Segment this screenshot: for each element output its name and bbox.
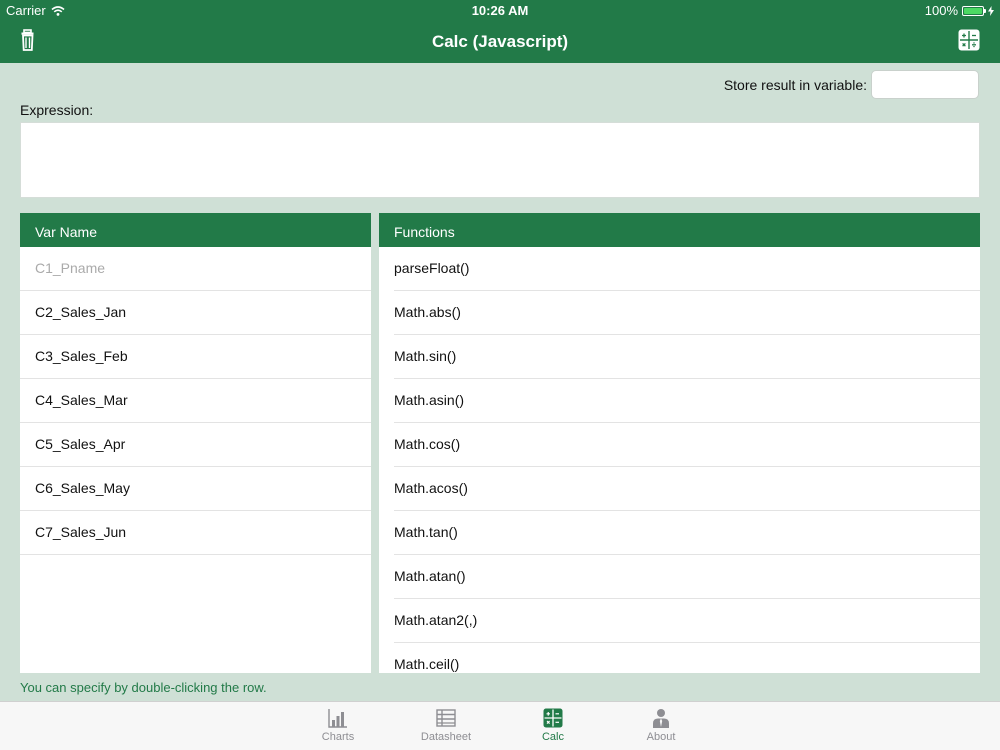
tab-about-label: About (646, 731, 676, 743)
function-row[interactable]: Math.atan2(,) (394, 599, 980, 643)
battery-percent: 100% (924, 3, 958, 18)
hint-text: You can specify by double-clicking the r… (20, 680, 267, 695)
calculator-icon (543, 708, 563, 728)
var-row[interactable]: C2_Sales_Jan (20, 291, 371, 335)
nav-bar: Calc (Javascript) (0, 20, 1000, 63)
battery-icon (962, 5, 986, 16)
datasheet-icon (436, 709, 456, 727)
var-row[interactable]: C6_Sales_May (20, 467, 371, 511)
functions-panel: Functions parseFloat() Math.abs() Math.s… (379, 213, 980, 673)
person-icon (653, 709, 669, 728)
function-row[interactable]: parseFloat() (394, 247, 980, 291)
tab-bar: Charts Datasheet Calc About (0, 701, 1000, 750)
battery-group: 100% (925, 3, 994, 18)
function-row[interactable]: Math.asin() (394, 379, 980, 423)
var-row[interactable]: C3_Sales_Feb (20, 335, 371, 379)
expression-label: Expression: (20, 102, 94, 118)
function-row[interactable]: Math.acos() (394, 467, 980, 511)
function-row[interactable]: Math.abs() (394, 291, 980, 335)
tab-datasheet-label: Datasheet (420, 731, 472, 743)
store-result-input[interactable] (871, 70, 979, 99)
charging-icon (988, 5, 994, 16)
functions-list[interactable]: parseFloat() Math.abs() Math.sin() Math.… (379, 247, 980, 673)
function-row[interactable]: Math.cos() (394, 423, 980, 467)
var-name-panel: Var Name C1_Pname C2_Sales_Jan C3_Sales_… (20, 213, 371, 673)
function-row[interactable]: Math.atan() (394, 555, 980, 599)
page-title: Calc (Javascript) (431, 32, 569, 51)
tab-calc[interactable]: Calc (523, 708, 583, 743)
function-row[interactable]: Math.sin() (394, 335, 980, 379)
tab-calc-label: Calc (541, 731, 564, 743)
var-row[interactable]: C7_Sales_Jun (20, 511, 371, 555)
tab-about[interactable]: About (631, 708, 691, 743)
expression-input[interactable] (20, 122, 980, 198)
tab-datasheet[interactable]: Datasheet (416, 708, 476, 743)
function-row[interactable]: Math.tan() (394, 511, 980, 555)
var-row[interactable]: C1_Pname (20, 247, 371, 291)
status-bar: Carrier 10:26 AM 100% (0, 0, 1000, 20)
functions-header: Functions (379, 213, 980, 247)
calculator-icon[interactable] (958, 29, 980, 51)
function-row[interactable]: Math.ceil() (394, 643, 980, 673)
var-row[interactable]: C5_Sales_Apr (20, 423, 371, 467)
bar-chart-icon (328, 709, 347, 728)
var-name-list: C1_Pname C2_Sales_Jan C3_Sales_Feb C4_Sa… (20, 247, 371, 555)
tab-charts[interactable]: Charts (308, 708, 368, 743)
store-result-label: Store result in variable: (723, 77, 867, 93)
var-row[interactable]: C4_Sales_Mar (20, 379, 371, 423)
status-time: 10:26 AM (471, 3, 529, 18)
var-name-header: Var Name (20, 213, 371, 247)
tab-charts-label: Charts (321, 731, 355, 743)
